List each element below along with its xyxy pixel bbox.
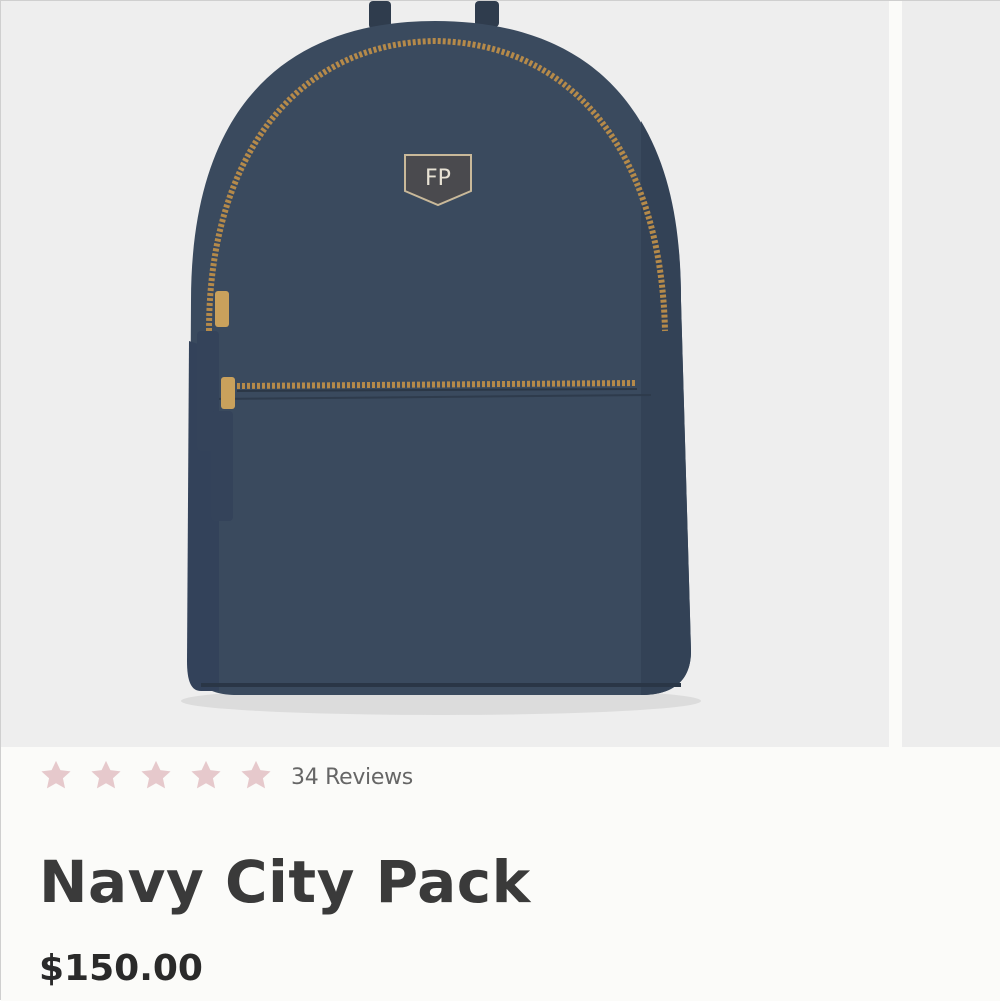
star-icon bbox=[189, 758, 223, 792]
rating-stars[interactable] bbox=[39, 758, 289, 792]
product-card: FP 34 Reviews Navy City Pack $150.00 bbox=[0, 0, 1000, 1001]
star-icon bbox=[139, 758, 173, 792]
star-icon bbox=[39, 758, 73, 792]
product-price: $150.00 bbox=[39, 948, 203, 989]
next-product-image[interactable] bbox=[902, 1, 1000, 747]
product-image[interactable]: FP bbox=[1, 1, 889, 747]
reviews-count-link[interactable]: 34 Reviews bbox=[291, 765, 413, 790]
svg-text:FP: FP bbox=[425, 166, 451, 191]
product-title: Navy City Pack bbox=[39, 848, 531, 916]
gallery-divider bbox=[889, 1, 902, 747]
backpack-illustration: FP bbox=[181, 1, 701, 715]
star-icon bbox=[89, 758, 123, 792]
star-icon bbox=[239, 758, 273, 792]
